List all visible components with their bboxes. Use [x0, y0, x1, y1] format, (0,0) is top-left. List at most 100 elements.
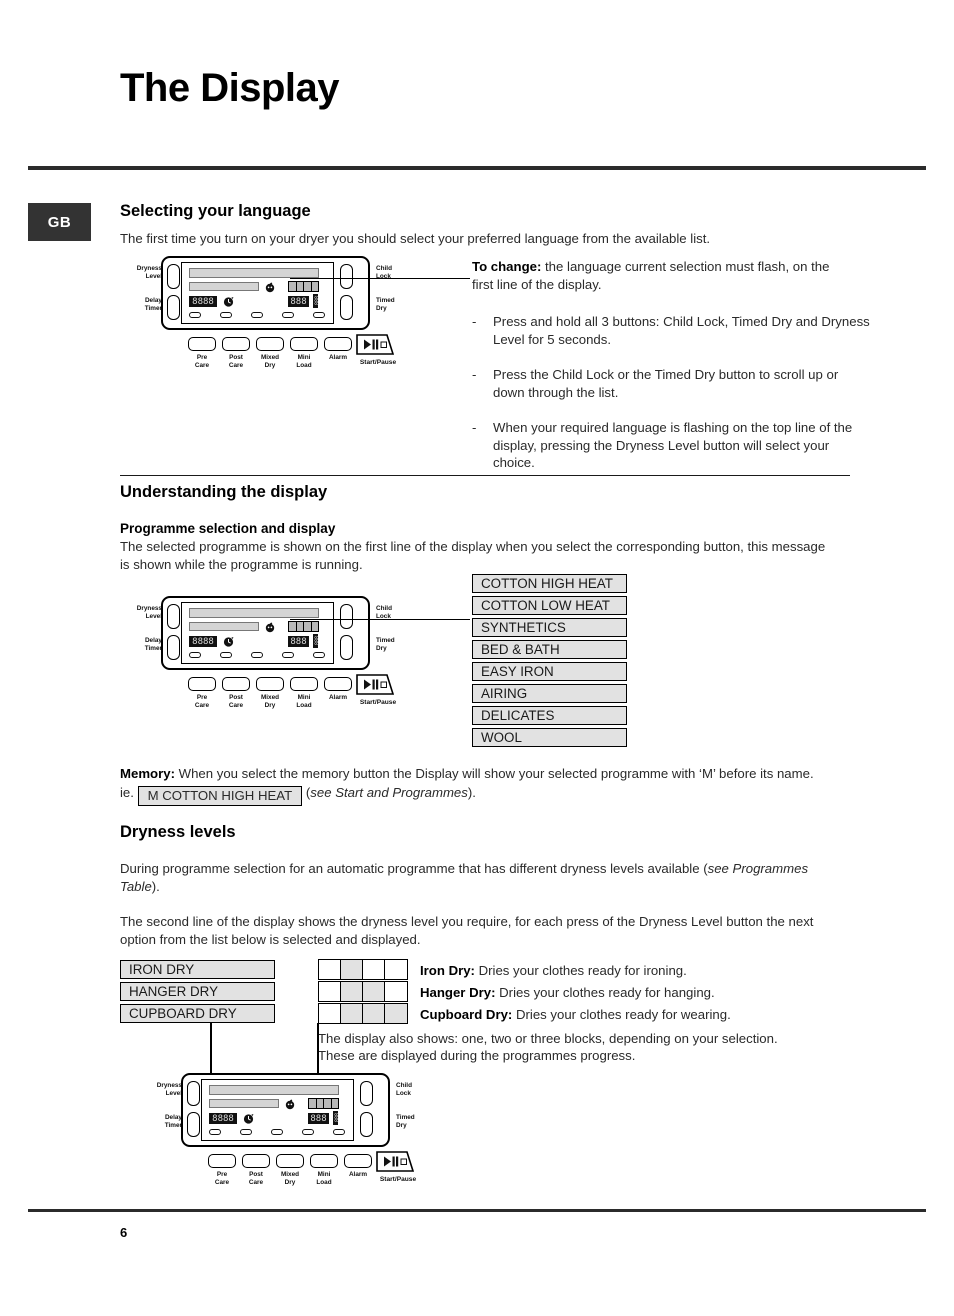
alarm-button[interactable] — [324, 337, 352, 351]
label-post-care: Post Care — [248, 1171, 264, 1186]
label-delay-timer: Delay Timer — [164, 1114, 182, 1129]
mini-load-button[interactable] — [290, 677, 318, 691]
mini-load-button[interactable] — [310, 1154, 338, 1168]
programme-item-wool: WOOL — [472, 728, 627, 747]
label-timed-dry: Timed Dry — [376, 637, 395, 652]
dryness-p1-after: ). — [151, 878, 160, 894]
language-step-2: - Press the Child Lock or the Timed Dry … — [472, 366, 871, 401]
heading-selecting-your-language: Selecting your language — [120, 202, 311, 220]
delay-timer-icon — [242, 1112, 255, 1125]
leader-line-programmes — [290, 619, 470, 621]
lcd-screen: 8888 888 888 — [181, 602, 334, 664]
label-post-care: Post Care — [228, 354, 244, 369]
dryness-box-iron-dry: IRON DRY — [120, 960, 275, 979]
child-lock-button[interactable] — [340, 604, 353, 629]
label-mini-load: Mini Load — [296, 694, 312, 709]
child-lock-button[interactable] — [360, 1081, 373, 1106]
dryness-term-cupboard-dry: Cupboard Dry: — [420, 1007, 513, 1022]
post-care-button[interactable] — [242, 1154, 270, 1168]
lcd-indicator-pills — [209, 1129, 345, 1136]
mixed-dry-button[interactable] — [276, 1154, 304, 1168]
programme-item-cotton-low-heat: COTTON LOW HEAT — [472, 596, 627, 615]
alarm-button[interactable] — [344, 1154, 372, 1168]
label-dryness-level: Dryness Level — [136, 605, 162, 620]
heading-understanding-the-display: Understanding the display — [120, 483, 328, 501]
start-pause-button[interactable] — [376, 1151, 415, 1172]
bullet-dash: - — [472, 367, 477, 382]
locale-badge: GB — [28, 203, 91, 241]
dryness-paragraph-1: During programme selection for an automa… — [120, 860, 850, 895]
lcd-line-2 — [189, 622, 259, 631]
delay-timer-button[interactable] — [167, 635, 180, 660]
lcd-segment-4digit: 8888 — [189, 296, 217, 307]
lcd-progress-blocks — [308, 1098, 339, 1109]
alarm-button[interactable] — [324, 677, 352, 691]
programme-item-synthetics: SYNTHETICS — [472, 618, 627, 637]
lcd-segment-4digit: 8888 — [189, 636, 217, 647]
lcd-line-1 — [189, 608, 319, 618]
pre-care-button[interactable] — [208, 1154, 236, 1168]
delay-timer-button[interactable] — [187, 1112, 200, 1137]
lcd-screen: 8888 888 888 — [181, 262, 334, 324]
block-indicator-cupboard-dry — [318, 1003, 408, 1024]
dryness-note-line-1: The display also shows: one, two or thre… — [318, 1031, 778, 1046]
to-change-paragraph: To change: the language current selectio… — [472, 258, 850, 293]
post-care-button[interactable] — [222, 337, 250, 351]
memory-text: When you select the memory button the Di… — [174, 766, 814, 781]
timed-dry-button[interactable] — [340, 295, 353, 320]
start-pause-button[interactable] — [356, 674, 395, 695]
dryness-level-button[interactable] — [187, 1081, 200, 1106]
block-indicator-iron-dry — [318, 959, 408, 980]
label-dryness-level: Dryness Level — [136, 265, 162, 280]
lcd-line-1 — [189, 268, 319, 278]
lcd-segment-mini: 888 — [313, 634, 319, 648]
lcd-segment-3digit: 888 — [308, 1113, 329, 1124]
lcd-progress-blocks — [288, 281, 319, 292]
section-divider-1 — [120, 475, 850, 476]
dryness-level-button[interactable] — [167, 264, 180, 289]
control-panel-diagram-1: Dryness Level Delay Timer Child Lock Timed D… — [128, 256, 404, 374]
document-page: The Display GB Selecting your language T… — [0, 0, 954, 1316]
memory-paragraph: Memory: When you select the memory butto… — [120, 765, 850, 783]
child-lock-button[interactable] — [340, 264, 353, 289]
lcd-progress-blocks — [288, 621, 319, 632]
dryness-note-line-2: These are displayed during the programme… — [318, 1048, 636, 1063]
control-panel-diagram-2: Dryness Level Delay Timer Child Lock Timed D… — [128, 596, 404, 714]
timed-dry-button[interactable] — [340, 635, 353, 660]
page-title: The Display — [120, 66, 340, 110]
dryness-box-cupboard-dry: CUPBOARD DRY — [120, 1004, 275, 1023]
control-panel-diagram-3: Dryness Level Delay Timer Child Lock Timed D… — [148, 1073, 424, 1191]
mixed-dry-button[interactable] — [256, 337, 284, 351]
pre-care-button[interactable] — [188, 677, 216, 691]
dryness-level-button[interactable] — [167, 604, 180, 629]
post-care-button[interactable] — [222, 677, 250, 691]
label-pre-care: Pre Care — [214, 1171, 230, 1186]
dryness-paragraph-2: The second line of the display shows the… — [120, 914, 814, 947]
timed-dry-button[interactable] — [360, 1112, 373, 1137]
label-dryness-level: Dryness Level — [156, 1082, 182, 1097]
label-pre-care: Pre Care — [194, 354, 210, 369]
mixed-dry-button[interactable] — [256, 677, 284, 691]
label-mixed-dry: Mixed Dry — [260, 354, 280, 369]
dryness-text-iron-dry: Dries your clothes ready for ironing. — [474, 963, 687, 978]
memory-label: Memory: — [120, 766, 175, 781]
language-step-2-text: Press the Child Lock or the Timed Dry bu… — [493, 367, 839, 400]
to-change-label: To change: — [472, 259, 542, 274]
language-step-3: - When your required language is flashin… — [472, 419, 871, 472]
dryness-text-hanger-dry: Dries your clothes ready for hanging. — [495, 985, 715, 1000]
lcd-screen: 8888 888 888 — [201, 1079, 354, 1141]
label-timed-dry: Timed Dry — [376, 297, 395, 312]
delay-timer-icon — [222, 295, 235, 308]
dryness-desc-iron-dry: Iron Dry: Dries your clothes ready for i… — [420, 962, 840, 980]
programme-item-delicates: DELICATES — [472, 706, 627, 725]
delay-timer-button[interactable] — [167, 295, 180, 320]
dryness-text-cupboard-dry: Dries your clothes ready for wearing. — [512, 1007, 731, 1022]
footer-rule — [28, 1209, 926, 1212]
mini-load-button[interactable] — [290, 337, 318, 351]
pre-care-button[interactable] — [188, 337, 216, 351]
label-start-pause: Start/Pause — [379, 1176, 417, 1183]
start-pause-button[interactable] — [356, 334, 395, 355]
memory-italic-ref: see Start and Programmes — [310, 785, 468, 800]
lcd-segment-mini: 888 — [313, 294, 319, 308]
page-number: 6 — [120, 1225, 128, 1240]
